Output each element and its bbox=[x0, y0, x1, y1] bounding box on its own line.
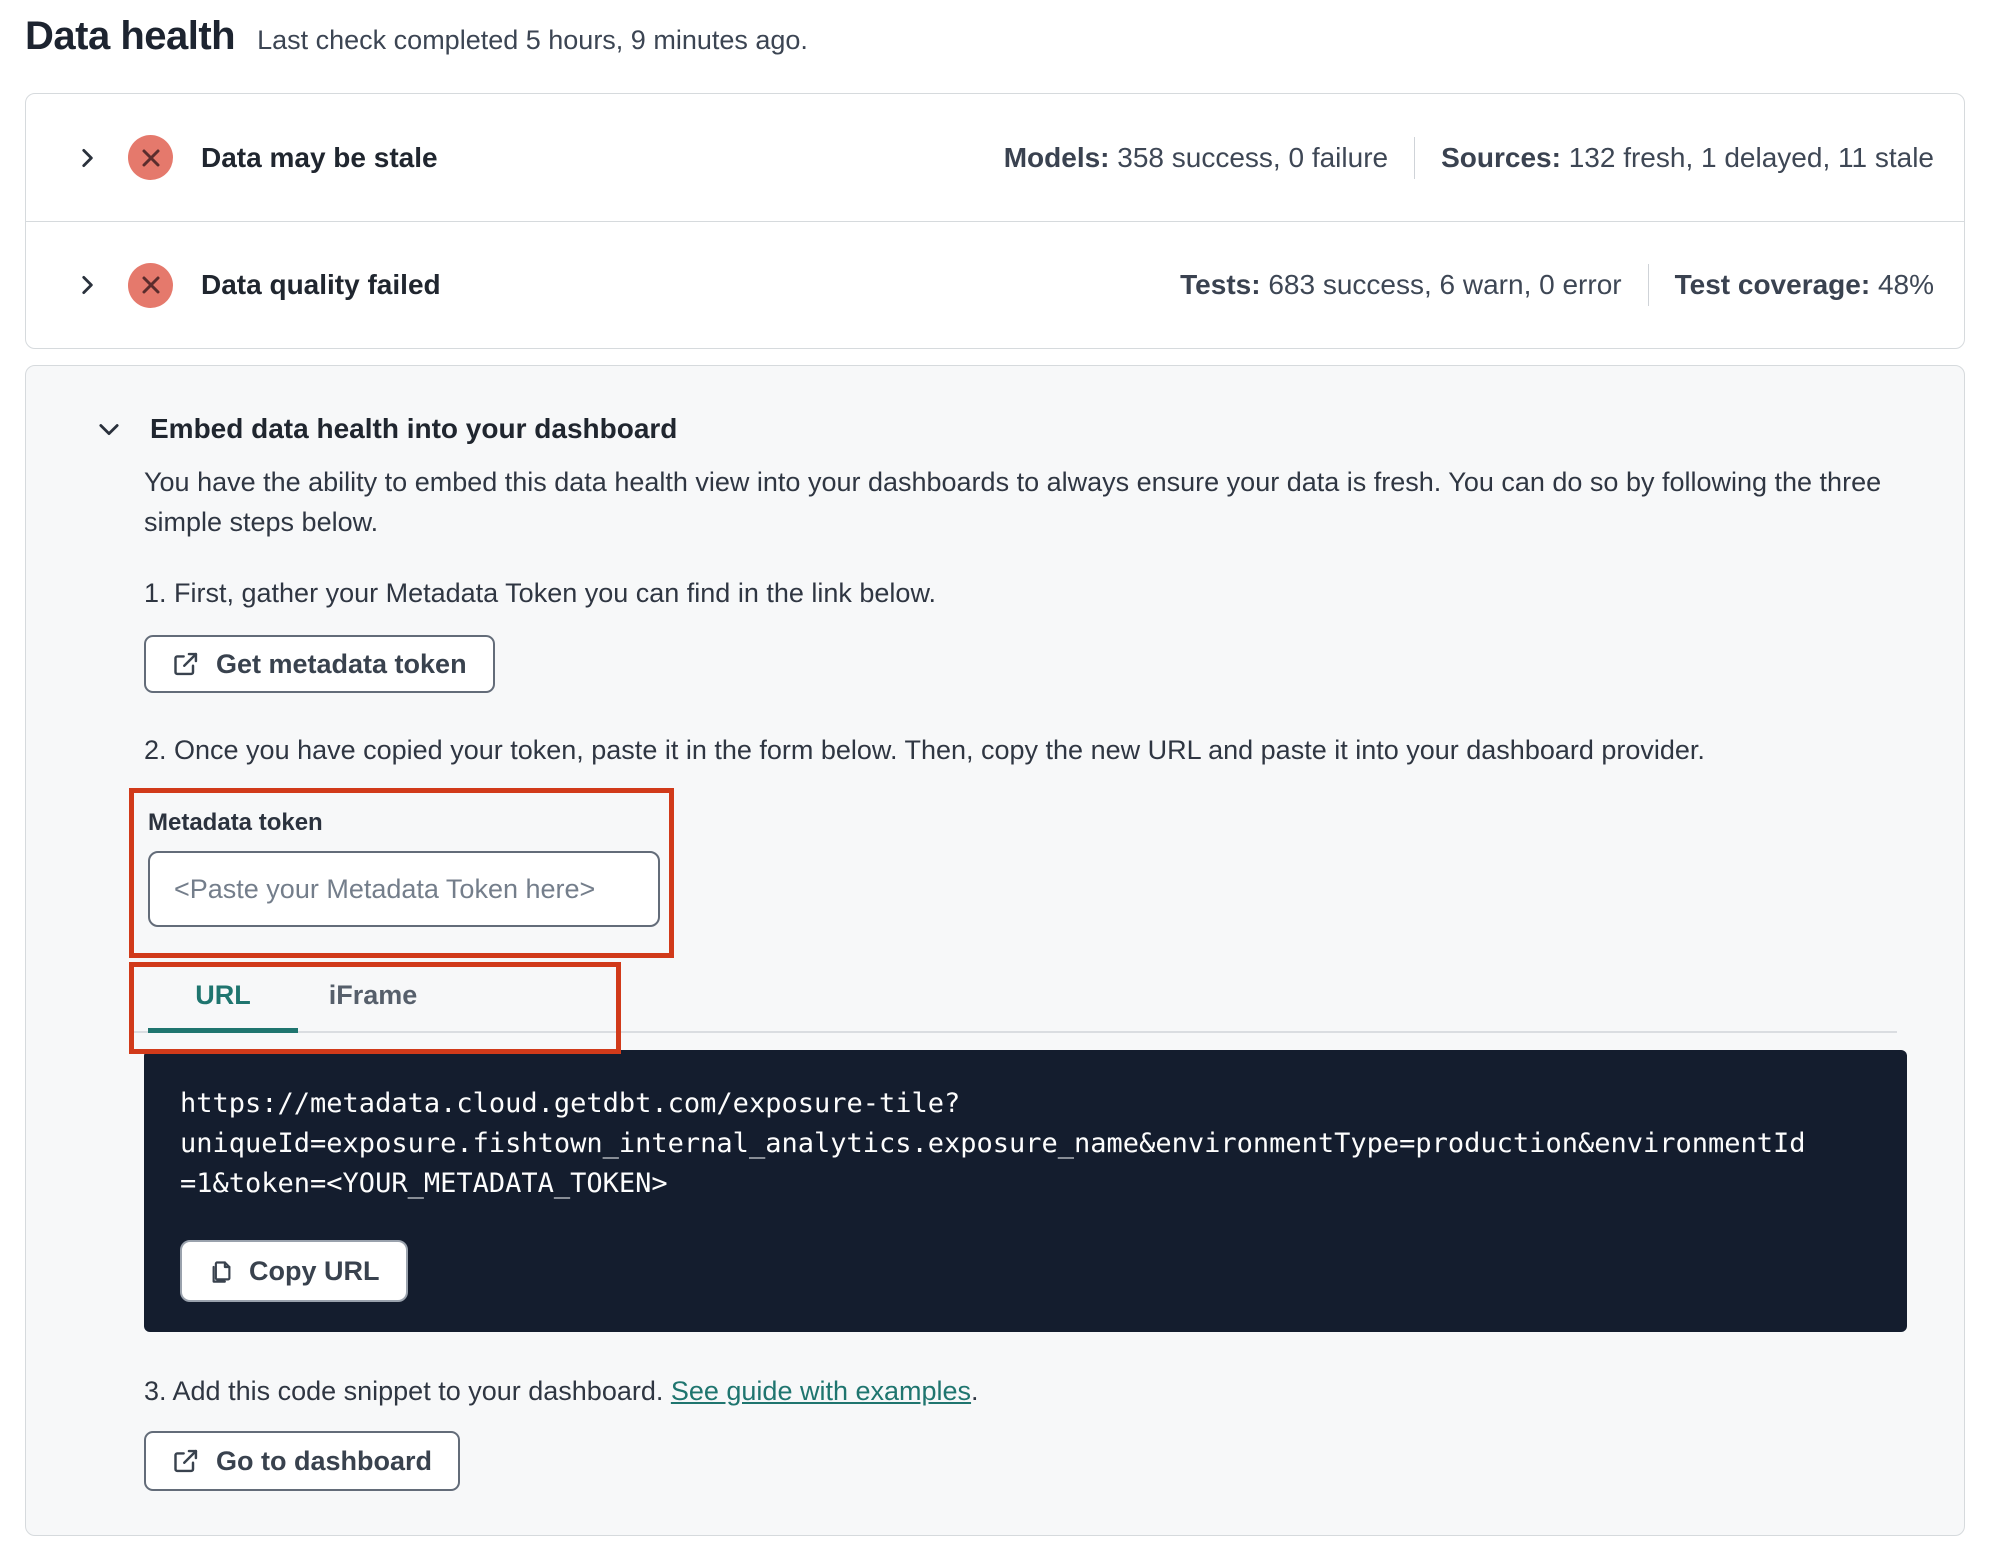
test-coverage-stat: Test coverage: 48% bbox=[1674, 269, 1934, 300]
status-row-title: Data may be stale bbox=[201, 141, 438, 173]
get-metadata-token-label: Get metadata token bbox=[216, 648, 467, 679]
chevron-right-icon bbox=[82, 148, 93, 167]
tab-iframe[interactable]: iFrame bbox=[298, 968, 448, 1031]
models-stat: Models: 358 success, 0 failure bbox=[1003, 141, 1389, 173]
expand-row-button[interactable] bbox=[70, 268, 104, 302]
annotation-box-token-form: Metadata token bbox=[129, 788, 674, 958]
see-guide-link[interactable]: See guide with examples bbox=[671, 1376, 971, 1406]
tab-bar: URL iFrame bbox=[132, 968, 1897, 1033]
go-to-dashboard-button[interactable]: Go to dashboard bbox=[144, 1431, 460, 1491]
embed-section-header[interactable]: Embed data health into your dashboard bbox=[56, 412, 1934, 446]
embed-url-code-block: https://metadata.cloud.getdbt.com/exposu… bbox=[144, 1050, 1907, 1332]
go-to-dashboard-label: Go to dashboard bbox=[216, 1445, 432, 1476]
chevron-right-icon bbox=[82, 276, 93, 294]
status-panels: Data may be stale Models: 358 success, 0… bbox=[25, 93, 1965, 349]
external-link-icon bbox=[174, 652, 198, 676]
error-x-circle-icon bbox=[128, 262, 173, 308]
page-title: Data health bbox=[25, 14, 236, 58]
embed-section-content: You have the ability to embed this data … bbox=[56, 462, 1934, 1491]
step2-text: 2. Once you have copied your token, past… bbox=[144, 735, 1705, 765]
chevron-down-icon bbox=[99, 424, 119, 436]
expand-row-button[interactable] bbox=[70, 141, 104, 175]
code-line: uniqueId=exposure.fishtown_internal_anal… bbox=[180, 1128, 1806, 1159]
tests-stat: Tests: 683 success, 6 warn, 0 error bbox=[1180, 269, 1622, 300]
page-header: Data health Last check completed 5 hours… bbox=[25, 14, 1965, 59]
embed-output-tabs: URL iFrame bbox=[129, 962, 1934, 1054]
get-metadata-token-button[interactable]: Get metadata token bbox=[144, 635, 495, 693]
status-row-title: Data quality failed bbox=[201, 269, 441, 300]
tab-url[interactable]: URL bbox=[148, 968, 298, 1033]
status-row-stats: Tests: 683 success, 6 warn, 0 error Test… bbox=[1180, 264, 1934, 306]
stat-divider bbox=[1414, 136, 1416, 179]
error-x-circle-icon bbox=[128, 135, 173, 180]
metadata-token-input[interactable] bbox=[148, 851, 660, 927]
copy-icon bbox=[212, 1260, 231, 1283]
step3-text: 3. Add this code snippet to your dashboa… bbox=[144, 1376, 979, 1406]
status-row-stale[interactable]: Data may be stale Models: 358 success, 0… bbox=[26, 94, 1964, 221]
sources-stat: Sources: 132 fresh, 1 delayed, 11 stale bbox=[1441, 141, 1934, 173]
step1-text: 1. First, gather your Metadata Token you… bbox=[144, 578, 936, 608]
embed-section-title: Embed data health into your dashboard bbox=[150, 413, 678, 444]
stat-divider bbox=[1647, 264, 1649, 306]
status-row-quality[interactable]: Data quality failed Tests: 683 success, … bbox=[26, 221, 1964, 348]
embed-description: You have the ability to embed this data … bbox=[144, 467, 1882, 537]
collapse-section-button[interactable] bbox=[92, 412, 126, 446]
copy-url-label: Copy URL bbox=[249, 1255, 380, 1286]
last-check-status: Last check completed 5 hours, 9 minutes … bbox=[257, 25, 808, 55]
data-health-page: Data health Last check completed 5 hours… bbox=[0, 0, 1990, 1536]
embed-section: Embed data health into your dashboard Yo… bbox=[25, 365, 1965, 1536]
status-row-stats: Models: 358 success, 0 failure Sources: … bbox=[1003, 136, 1934, 179]
metadata-token-label: Metadata token bbox=[148, 809, 323, 836]
external-link-icon bbox=[174, 1449, 198, 1473]
code-line: =1&token=<YOUR_METADATA_TOKEN> bbox=[180, 1168, 668, 1199]
copy-url-button[interactable]: Copy URL bbox=[180, 1240, 408, 1302]
code-line: https://metadata.cloud.getdbt.com/exposu… bbox=[180, 1088, 961, 1119]
